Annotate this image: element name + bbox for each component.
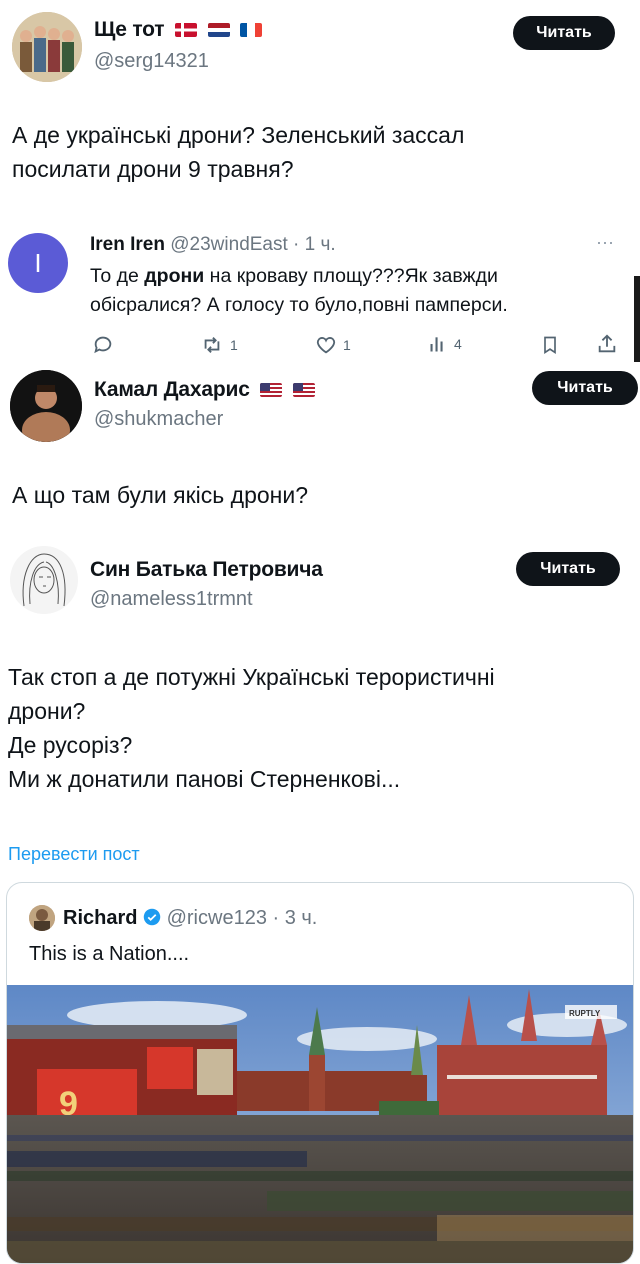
author-name[interactable]: Камал Дахарис bbox=[94, 378, 315, 402]
retweet-count: 1 bbox=[230, 337, 238, 353]
follow-button[interactable]: Читать bbox=[513, 16, 615, 50]
quote-header: Richard @ricwe123 · 3 ч. bbox=[63, 907, 317, 930]
author-name[interactable]: Ще тот bbox=[94, 18, 263, 42]
share-icon bbox=[598, 334, 616, 353]
follow-button[interactable]: Читать bbox=[532, 371, 638, 405]
avatar-letter: I bbox=[34, 247, 42, 278]
post-text-line: А де українські дрони? Зеленський зассал bbox=[12, 122, 465, 148]
post-text: Так стоп а де потужні Українські терорис… bbox=[8, 660, 495, 796]
more-icon[interactable]: ··· bbox=[596, 232, 614, 253]
reply-meta[interactable]: @23windEast · 1 ч. bbox=[170, 234, 335, 255]
post-text-line: посилати дрони 9 травня? bbox=[12, 156, 294, 182]
avatar-serg[interactable] bbox=[12, 12, 82, 82]
post-text: А що там були якісь дрони? bbox=[12, 482, 309, 508]
quote-text: This is a Nation.... bbox=[29, 943, 190, 965]
avatar-syn[interactable] bbox=[10, 546, 78, 614]
quote-image[interactable]: 9 RUPTLY bbox=[7, 985, 633, 1263]
reply-text: То де дрони на кроваву площу???Як завжди… bbox=[90, 262, 508, 320]
avatar-richard[interactable] bbox=[29, 905, 55, 931]
reply-text-line: То де дрони на кроваву площу???Як завжди bbox=[90, 265, 498, 287]
quote-author[interactable]: Richard bbox=[63, 907, 137, 929]
edge-strip bbox=[634, 276, 640, 362]
avatar-iren[interactable]: I bbox=[8, 233, 68, 293]
heart-icon bbox=[316, 337, 336, 354]
comment-icon bbox=[94, 336, 112, 354]
retweet-icon bbox=[204, 337, 220, 353]
reply-button[interactable] bbox=[92, 334, 114, 356]
retweet-button[interactable]: 1 bbox=[200, 334, 238, 356]
translate-link[interactable]: Перевести пост bbox=[8, 844, 140, 865]
flag-netherlands-icon bbox=[207, 23, 230, 38]
verified-badge-icon bbox=[143, 908, 161, 926]
share-button[interactable] bbox=[596, 332, 618, 361]
follow-button[interactable]: Читать bbox=[516, 552, 620, 586]
author-handle[interactable]: @shukmacher bbox=[94, 408, 223, 431]
quote-meta[interactable]: @ricwe123 · 3 ч. bbox=[167, 907, 318, 929]
post-text: А де українські дрони? Зеленський зассал… bbox=[12, 118, 464, 186]
post-text-line: дрони? bbox=[8, 698, 86, 724]
quote-card[interactable]: Richard @ricwe123 · 3 ч. This is a Natio… bbox=[6, 882, 634, 1264]
author-handle[interactable]: @nameless1trmnt bbox=[90, 588, 253, 611]
reply-author[interactable]: Iren Iren bbox=[90, 234, 165, 255]
reply-header: Iren Iren @23windEast · 1 ч. bbox=[90, 234, 336, 256]
views-button[interactable]: 4 bbox=[428, 334, 462, 354]
post-text-line: Ми ж донатили панові Стерненкові... bbox=[8, 766, 401, 792]
flag-us-icon bbox=[292, 383, 315, 398]
post-text-line: Так стоп а де потужні Українські терорис… bbox=[8, 664, 495, 690]
views-count: 4 bbox=[454, 336, 462, 352]
avatar-kamal[interactable] bbox=[10, 370, 82, 442]
post-text-line: Де русоріз? bbox=[8, 732, 133, 758]
bookmark-icon bbox=[544, 336, 556, 355]
bookmark-button[interactable] bbox=[540, 334, 560, 361]
author-name[interactable]: Син Батька Петровича bbox=[90, 558, 323, 582]
views-icon bbox=[430, 337, 443, 352]
watermark: RUPTLY bbox=[569, 1009, 601, 1018]
author-handle[interactable]: @serg14321 bbox=[94, 50, 209, 73]
flag-denmark-icon bbox=[174, 23, 197, 38]
flag-us-icon bbox=[260, 383, 283, 398]
like-count: 1 bbox=[343, 337, 351, 353]
reply-text-line: обісралися? А голосу то було,повні пампе… bbox=[90, 294, 508, 316]
flag-france-icon bbox=[240, 23, 263, 38]
like-button[interactable]: 1 bbox=[315, 334, 351, 356]
